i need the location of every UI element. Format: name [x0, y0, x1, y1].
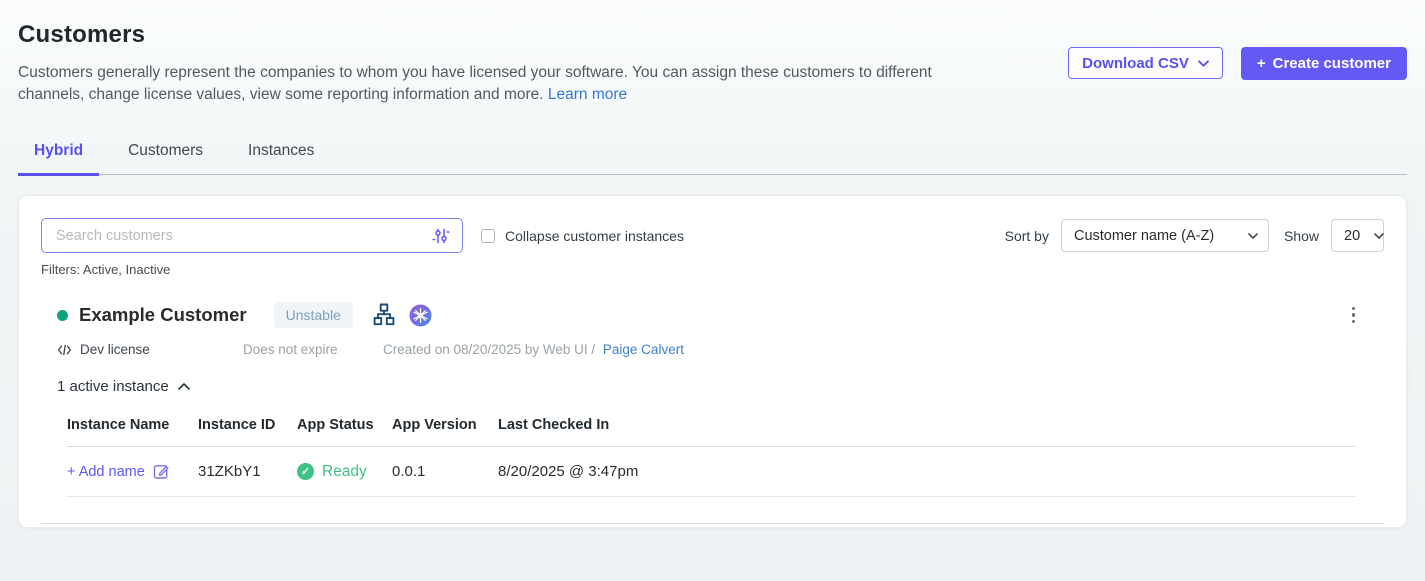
page-description: Customers generally represent the compan…: [18, 62, 978, 106]
instance-row: + Add name 31ZKbY1 ✓ Ready 0.0.1: [67, 447, 1356, 497]
customer-overflow-menu-icon[interactable]: [1348, 303, 1360, 328]
customer-block: Example Customer Unstable: [41, 302, 1384, 524]
topology-sitemap-icon: [372, 303, 396, 327]
chevron-up-icon: [178, 383, 190, 390]
channel-badge: Unstable: [274, 302, 353, 328]
tab-instances[interactable]: Instances: [232, 133, 330, 176]
customer-header: Example Customer Unstable: [57, 302, 1384, 328]
tab-hybrid[interactable]: Hybrid: [18, 133, 99, 176]
download-csv-label: Download CSV: [1082, 55, 1189, 72]
search-input[interactable]: [56, 228, 432, 244]
customers-page: Customers Customers generally represent …: [0, 0, 1425, 528]
active-filters-note: Filters: Active, Inactive: [41, 262, 463, 277]
chevron-down-icon: [1248, 233, 1258, 239]
last-checked-in-value: 8/20/2025 @ 3:47pm: [498, 463, 1356, 480]
check-circle-icon: ✓: [297, 463, 314, 480]
search-box: [41, 218, 463, 253]
add-name-label: + Add name: [67, 464, 145, 480]
app-status-value: Ready: [322, 463, 367, 481]
plus-icon: +: [1257, 55, 1266, 72]
tab-customers[interactable]: Customers: [112, 133, 219, 176]
header-actions: Download CSV + Create customer: [1068, 47, 1407, 106]
active-status-dot-icon: [57, 310, 68, 321]
chevron-down-icon: [1374, 233, 1384, 239]
create-customer-button[interactable]: + Create customer: [1241, 47, 1407, 80]
code-brackets-icon: [57, 344, 72, 356]
instances-table: Instance Name Instance ID App Status App…: [67, 417, 1356, 497]
app-status-cell: ✓ Ready: [297, 463, 392, 481]
show-label: Show: [1284, 228, 1319, 244]
col-app-version: App Version: [392, 417, 498, 433]
collapse-instances-label: Collapse customer instances: [505, 228, 684, 244]
add-instance-name-action[interactable]: + Add name: [67, 463, 198, 480]
customer-separator: [41, 523, 1384, 524]
created-by-link[interactable]: Paige Calvert: [603, 342, 684, 357]
active-instances-label: 1 active instance: [57, 378, 169, 395]
page-header: Customers Customers generally represent …: [0, 0, 1425, 106]
customer-meta-row: Dev license Does not expire Created on 0…: [57, 342, 1384, 357]
license-type-label: Dev license: [80, 342, 150, 357]
sort-by-selected-value: Customer name (A-Z): [1074, 228, 1214, 244]
customers-card: Filters: Active, Inactive Collapse custo…: [18, 195, 1407, 528]
page-title: Customers: [18, 21, 978, 49]
col-instance-name: Instance Name: [67, 417, 198, 433]
sort-by-label: Sort by: [1005, 228, 1049, 244]
customer-name[interactable]: Example Customer: [79, 304, 247, 326]
page-header-left: Customers Customers generally represent …: [18, 21, 978, 106]
download-csv-button[interactable]: Download CSV: [1068, 47, 1223, 79]
created-info-text: Created on 08/20/2025 by Web UI /: [383, 342, 595, 357]
chevron-down-icon: [1198, 60, 1209, 67]
col-instance-id: Instance ID: [198, 417, 297, 433]
collapse-instances-checkbox[interactable]: [481, 229, 495, 243]
created-info: Created on 08/20/2025 by Web UI / Paige …: [383, 342, 684, 357]
learn-more-link[interactable]: Learn more: [548, 86, 627, 103]
col-app-status: App Status: [297, 417, 392, 433]
filter-sliders-icon[interactable]: [432, 227, 450, 245]
instance-id-value: 31ZKbY1: [198, 463, 297, 480]
show-count-selected-value: 20: [1344, 228, 1360, 244]
license-type: Dev license: [57, 342, 243, 357]
sort-by-select[interactable]: Customer name (A-Z): [1061, 219, 1269, 252]
instances-table-header: Instance Name Instance ID App Status App…: [67, 417, 1356, 447]
sort-controls: Sort by Customer name (A-Z) Show 20: [1005, 219, 1384, 252]
page-description-text: Customers generally represent the compan…: [18, 64, 932, 103]
active-instances-toggle[interactable]: 1 active instance: [57, 378, 1384, 395]
pencil-square-icon: [153, 463, 170, 480]
show-count-select[interactable]: 20: [1331, 219, 1384, 252]
view-tabs: Hybrid Customers Instances: [18, 133, 1407, 175]
col-last-checked-in: Last Checked In: [498, 417, 1356, 433]
app-version-value: 0.0.1: [392, 463, 498, 480]
collapse-instances-control[interactable]: Collapse customer instances: [481, 228, 684, 244]
search-column: Filters: Active, Inactive: [41, 218, 463, 277]
customers-toolbar: Filters: Active, Inactive Collapse custo…: [41, 218, 1384, 277]
create-customer-label: Create customer: [1273, 55, 1391, 72]
license-expiration: Does not expire: [243, 342, 383, 357]
kubernetes-icon: [409, 304, 432, 327]
